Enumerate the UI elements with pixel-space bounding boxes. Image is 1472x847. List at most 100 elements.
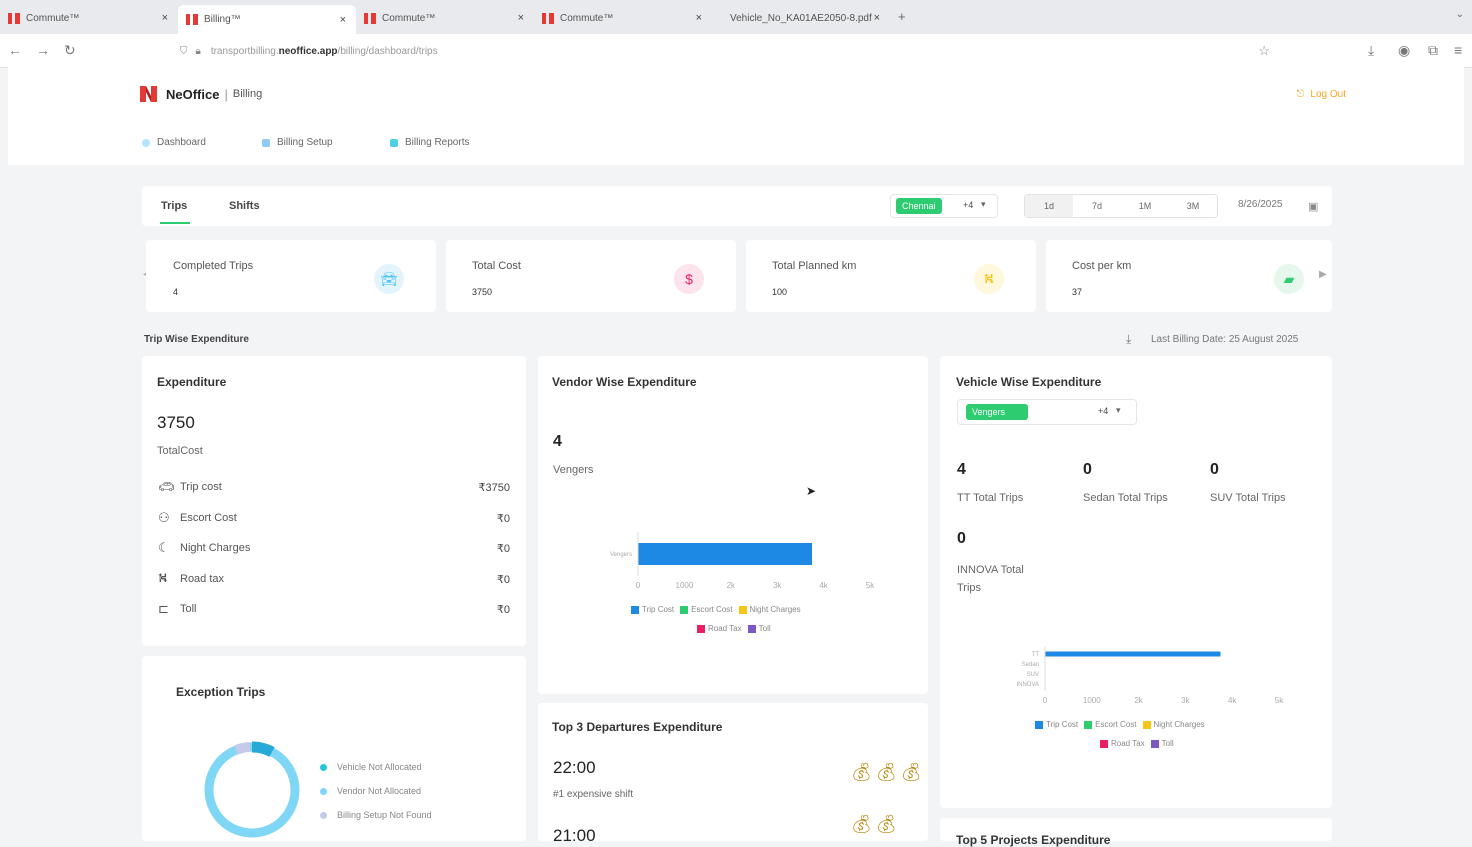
extensions-icon[interactable]: ⧉	[1428, 42, 1438, 59]
calendar-icon[interactable]: ▣	[1308, 200, 1318, 213]
carousel-next-icon[interactable]: ▶	[1319, 269, 1327, 280]
nav-billing-reports[interactable]: Billing Reports	[390, 137, 469, 148]
departure-subtitle: #1 expensive shift	[553, 789, 634, 800]
forward-icon[interactable]: →	[36, 42, 50, 58]
back-icon[interactable]: ←	[8, 42, 22, 58]
category-label: Vengers	[610, 552, 632, 558]
range-3m[interactable]: 3M	[1169, 195, 1217, 217]
browser-tab[interactable]: Commute™ ×	[534, 5, 712, 31]
logout-button[interactable]: ⎋ Log Out	[1296, 89, 1346, 100]
legend-swatch	[1084, 720, 1093, 729]
browser-tab[interactable]: Vehicle_No_KA01AE2050-8.pdf ×	[712, 5, 890, 31]
shield-icon: ⛉	[180, 45, 188, 57]
legend-item[interactable]: Escort Cost	[1095, 720, 1136, 729]
date-field[interactable]: 8/26/2025	[1238, 199, 1283, 210]
expense-row: ⚇ Escort Cost ₹0	[158, 507, 510, 529]
range-1d[interactable]: 1d	[1025, 195, 1073, 217]
donut-slice	[234, 742, 251, 755]
donut-ring	[204, 742, 300, 838]
legend-swatch	[738, 605, 747, 614]
moon-icon: ☾	[158, 540, 170, 555]
tab-title: Commute™	[382, 12, 436, 24]
legend-swatch	[1035, 720, 1043, 729]
expense-amount: ₹0	[496, 542, 510, 555]
money-bag-icon: 💰︎💰︎	[850, 814, 900, 834]
kpi-value: 3750	[472, 287, 493, 297]
kpi-value: 100	[772, 287, 788, 297]
expense-label: Night Charges	[180, 542, 251, 554]
legend-swatch	[697, 624, 705, 633]
tab-trips[interactable]: Trips	[161, 200, 187, 212]
nav-billing-setup[interactable]: Billing Setup	[262, 137, 333, 148]
card-title: Expenditure	[157, 375, 227, 389]
category-label: SUV	[1027, 672, 1039, 678]
account-icon[interactable]: ◉	[1398, 42, 1410, 59]
legend-item[interactable]: Toll	[1162, 739, 1174, 748]
dollar-icon: $	[674, 264, 704, 294]
expense-label: Escort Cost	[180, 512, 237, 524]
category-label: INNOVA	[1016, 682, 1039, 688]
chevron-down-icon: ▾	[1116, 405, 1121, 415]
menu-icon[interactable]: ≡	[1454, 42, 1462, 58]
vehicle-stat-value: 0	[1210, 461, 1219, 478]
section-title: Trip Wise Expenditure	[144, 334, 249, 345]
expense-label: Trip cost	[180, 481, 222, 493]
x-tick-label: 3k	[773, 581, 782, 590]
kpi-title: Cost per km	[1072, 260, 1132, 272]
dashboard-icon	[142, 138, 150, 147]
office-select[interactable]: Chennai +4 ▾	[890, 194, 998, 218]
close-tab-icon[interactable]: ×	[518, 12, 524, 24]
vehicle-stat-value: 4	[957, 461, 966, 478]
expense-amount: ₹0	[496, 512, 510, 525]
new-tab-button[interactable]: +	[898, 9, 906, 24]
lock-icon: 🔒︎	[195, 45, 201, 57]
x-tick-label: 0	[636, 581, 641, 590]
legend-item[interactable]: Road Tax	[708, 624, 742, 633]
legend-item[interactable]: Night Charges	[750, 605, 801, 614]
range-7d[interactable]: 7d	[1073, 195, 1121, 217]
downloads-icon[interactable]: ⤓	[1368, 42, 1374, 59]
vendor-name: Vengers	[553, 464, 594, 476]
tab-title: Commute™	[560, 12, 614, 24]
bookmark-star-icon[interactable]: ☆	[1258, 43, 1270, 59]
legend-item[interactable]: Toll	[759, 624, 771, 633]
browser-tab-active[interactable]: Billing™ ×	[178, 5, 356, 34]
app-header: NeOffice | Billing ⎋ Log Out Dashboard Bi…	[8, 67, 1464, 165]
expense-row: ⊏ Toll ₹0	[158, 598, 510, 620]
logout-icon: ⎋	[1296, 89, 1305, 100]
range-1m[interactable]: 1M	[1121, 195, 1169, 217]
close-tab-icon[interactable]: ×	[340, 14, 346, 26]
legend-item[interactable]: Trip Cost	[1046, 720, 1078, 729]
money-bag-icon: 💰︎💰︎💰︎	[850, 762, 925, 782]
legend-label: Billing Setup Not Found	[337, 810, 432, 820]
card-title: Top 5 Projects Expenditure	[956, 833, 1111, 847]
legend-dot	[320, 787, 327, 795]
browser-tab[interactable]: Commute™ ×	[356, 5, 534, 31]
expense-label: Toll	[180, 603, 197, 615]
legend-item[interactable]: Road Tax	[1111, 739, 1145, 748]
tab-shifts[interactable]: Shifts	[229, 200, 260, 212]
reload-icon[interactable]: ↻	[64, 42, 76, 59]
close-tab-icon[interactable]: ×	[696, 12, 702, 24]
card-title: Vehicle Wise Expenditure	[956, 375, 1102, 389]
legend-item[interactable]: Escort Cost	[691, 605, 732, 614]
chart-legend: Road Tax Toll	[691, 624, 771, 633]
legend-item[interactable]: Night Charges	[1154, 720, 1205, 729]
legend-item[interactable]: Trip Cost	[642, 605, 674, 614]
vendor-card	[538, 356, 928, 694]
folder-icon: ▰	[1274, 264, 1304, 294]
browser-tab[interactable]: Commute™ ×	[0, 5, 178, 31]
vendor-select[interactable]: Vengers +4 ▾	[957, 399, 1137, 425]
car-icon: 🚗︎	[158, 479, 175, 494]
close-tab-icon[interactable]: ×	[874, 12, 880, 24]
browser-toolbar: ← → ↻ ⛉ 🔒︎ transportbilling. neoffice.app…	[0, 34, 1472, 68]
url-prefix: transportbilling.	[210, 45, 279, 57]
close-tab-icon[interactable]: ×	[162, 12, 168, 24]
download-icon[interactable]: ⤓	[1126, 332, 1131, 347]
legend-dot	[320, 763, 327, 771]
address-bar[interactable]: ⛉ 🔒︎ transportbilling. neoffice.app/billi…	[180, 40, 1270, 62]
tab-list-chevron-icon[interactable]: ⌄	[1456, 9, 1464, 20]
nav-dashboard[interactable]: Dashboard	[142, 137, 206, 148]
kpi-title: Total Planned km	[772, 260, 857, 272]
bar	[638, 543, 812, 565]
